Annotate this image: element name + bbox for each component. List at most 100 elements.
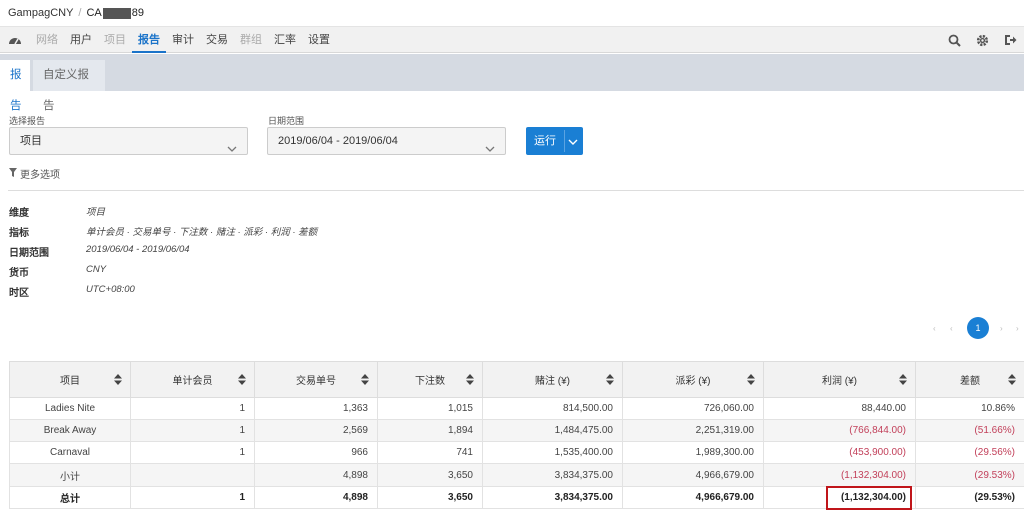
cell-payout: 726,060.00 [622, 397, 764, 420]
cell-members: 1 [130, 397, 255, 420]
cell-transactions: 2,569 [254, 419, 378, 442]
chevron-down-icon [227, 137, 237, 163]
cell-profit: (766,844.00) [763, 419, 916, 442]
nav-item-network[interactable]: 网络 [30, 27, 64, 53]
summary-date-key: 日期范围 [9, 248, 49, 259]
report-tabs: 报告 自定义报告 [0, 54, 1024, 112]
cell-project: Ladies Nite [9, 397, 131, 420]
cell-payout: 2,251,319.00 [622, 419, 764, 442]
pagination-prev-page-icon[interactable]: ‹ [950, 324, 953, 333]
sort-icon[interactable] [238, 374, 246, 388]
summary-currency-value: CNY [86, 264, 107, 275]
cell-subtotal-label: 小计 [9, 463, 131, 487]
column-header-members[interactable]: 单计会员 [130, 361, 255, 398]
cell-transactions: 4,898 [254, 486, 378, 509]
date-range-value: 2019/06/04 - 2019/06/04 [278, 135, 398, 147]
main-nav: 网络 用户 项目 报告 审计 交易 群组 汇率 设置 [0, 27, 1024, 53]
nav-item-projects[interactable]: 项目 [98, 27, 132, 53]
highlight-box [826, 486, 912, 510]
sort-icon[interactable] [114, 374, 122, 388]
more-options-label: 更多选项 [20, 170, 60, 181]
nav-item-users[interactable]: 用户 [64, 27, 98, 53]
sort-icon[interactable] [361, 374, 369, 388]
filter-icon [9, 167, 17, 180]
nav-item-groups[interactable]: 群组 [234, 27, 268, 53]
pagination-prev-icon[interactable]: ‹ [933, 324, 936, 333]
table-row: Ladies Nite 1 1,363 1,015 814,500.00 726… [9, 397, 1024, 420]
column-header-payout[interactable]: 派彩 (¥) [622, 361, 764, 398]
cell-margin: 10.86% [915, 397, 1024, 420]
column-header-wager[interactable]: 赌注 (¥) [482, 361, 623, 398]
pagination: ‹ ‹ 1 › › [930, 317, 1024, 339]
summary-metrics-key: 指标 [9, 228, 29, 239]
cell-payout: 4,966,679.00 [622, 463, 764, 487]
cell-profit: 88,440.00 [763, 397, 916, 420]
cell-bets: 3,650 [377, 463, 483, 487]
summary-currency-key: 货币 [9, 268, 29, 279]
cell-bets: 1,894 [377, 419, 483, 442]
run-button-divider [564, 130, 565, 152]
breadcrumb-account: CA 89 [86, 7, 144, 19]
cell-transactions: 4,898 [254, 463, 378, 487]
cell-profit-highlighted: (1,132,304.00) [763, 486, 916, 510]
pagination-current-page[interactable]: 1 [967, 317, 989, 339]
account-prefix: CA [86, 7, 102, 19]
divider [8, 190, 1024, 191]
cell-members: 1 [130, 486, 255, 509]
summary-date-value: 2019/06/04 - 2019/06/04 [86, 244, 190, 255]
nav-tools [940, 27, 1024, 53]
column-header-profit[interactable]: 利润 (¥) [763, 361, 916, 398]
nav-item-settings[interactable]: 设置 [302, 27, 336, 53]
cell-payout: 4,966,679.00 [622, 486, 764, 509]
cell-members: 1 [130, 419, 255, 442]
dashboard-icon[interactable] [0, 34, 30, 46]
cell-transactions: 1,363 [254, 397, 378, 420]
nav-item-transactions[interactable]: 交易 [200, 27, 234, 53]
cell-bets: 741 [377, 441, 483, 464]
cell-margin: (29.56%) [915, 441, 1024, 464]
column-header-transactions[interactable]: 交易单号 [254, 361, 378, 398]
tab-report[interactable]: 报告 [0, 60, 30, 112]
sort-icon[interactable] [606, 374, 614, 388]
summary-dimension-value: 项目 [86, 207, 106, 218]
column-header-margin[interactable]: 差额 [915, 361, 1024, 398]
cell-wager: 3,834,375.00 [482, 463, 623, 487]
date-range-select[interactable]: 2019/06/04 - 2019/06/04 [267, 127, 506, 155]
redaction-mask [102, 7, 131, 19]
report-select[interactable]: 项目 [9, 127, 248, 155]
sort-icon[interactable] [899, 374, 907, 388]
nav-item-reports[interactable]: 报告 [132, 27, 166, 53]
breadcrumb: GampagCNY / CA 89 [0, 0, 1024, 27]
pagination-next-icon[interactable]: › [1000, 324, 1003, 333]
column-header-bets[interactable]: 下注数 [377, 361, 483, 398]
search-icon[interactable] [940, 34, 968, 47]
run-button[interactable]: 运行 [526, 127, 583, 155]
sort-icon[interactable] [466, 374, 474, 388]
table-row: Carnaval 1 966 741 1,535,400.00 1,989,30… [9, 441, 1024, 464]
cell-wager: 3,834,375.00 [482, 486, 623, 509]
report-table: 项目 单计会员 交易单号 下注数 赌注 (¥) 派彩 (¥) 利润 (¥) 差额… [9, 361, 1024, 510]
sort-icon[interactable] [1008, 374, 1016, 388]
cell-members [130, 463, 255, 487]
chevron-down-icon[interactable] [568, 137, 578, 149]
cell-margin: (29.53%) [915, 486, 1024, 509]
logout-icon[interactable] [996, 34, 1024, 46]
nav-item-audit[interactable]: 审计 [166, 27, 200, 53]
more-options-toggle[interactable]: 更多选项 [9, 166, 60, 181]
pagination-last-icon[interactable]: › [1016, 324, 1019, 333]
gear-icon[interactable] [968, 34, 996, 47]
cell-members: 1 [130, 441, 255, 464]
table-row: Break Away 1 2,569 1,894 1,484,475.00 2,… [9, 419, 1024, 442]
cell-margin: (51.66%) [915, 419, 1024, 442]
breadcrumb-separator: / [78, 7, 82, 19]
table-header-row: 项目 单计会员 交易单号 下注数 赌注 (¥) 派彩 (¥) 利润 (¥) 差额 [9, 361, 1024, 398]
summary-timezone-key: 时区 [9, 288, 29, 299]
sort-icon[interactable] [747, 374, 755, 388]
cell-project: Carnaval [9, 441, 131, 464]
tab-custom-report[interactable]: 自定义报告 [33, 60, 105, 112]
subtotal-row: 小计 4,898 3,650 3,834,375.00 4,966,679.00… [9, 463, 1024, 487]
breadcrumb-root[interactable]: GampagCNY [8, 7, 73, 19]
column-header-project[interactable]: 项目 [9, 361, 131, 398]
nav-item-exchange-rate[interactable]: 汇率 [268, 27, 302, 53]
summary-metrics-value: 单计会员 · 交易单号 · 下注数 · 赌注 · 派彩 · 利润 · 差额 [86, 227, 318, 238]
